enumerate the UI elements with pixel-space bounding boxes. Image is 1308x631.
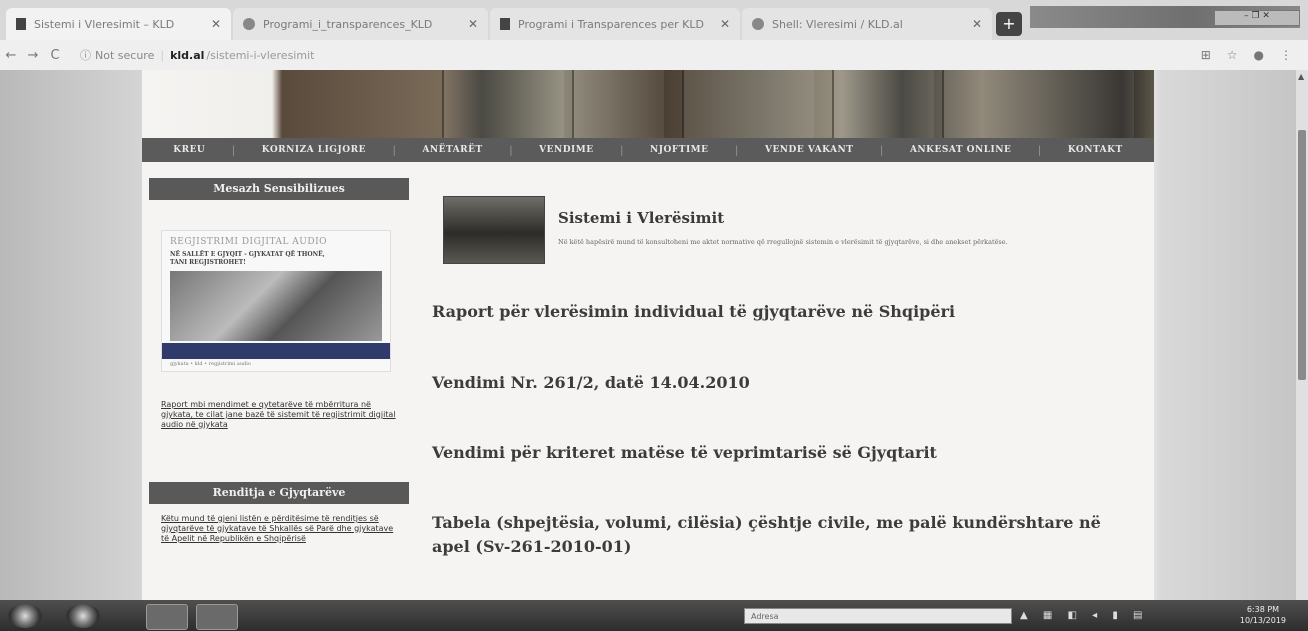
- menu-item-vende-vakant[interactable]: VENDE VAKANT: [765, 145, 854, 155]
- close-icon[interactable]: ✕: [714, 17, 730, 31]
- security-label: Not secure: [95, 48, 155, 62]
- start-button[interactable]: [8, 604, 42, 628]
- promo-title: REGJISTRIMI DIGJITAL AUDIO: [170, 237, 328, 247]
- sidebar: Mesazh Sensibilizues REGJISTRIMI DIGJITA…: [149, 178, 409, 544]
- page-viewport: KREU | KORNIZA LIGJORE | ANËTARËT | VEND…: [0, 70, 1296, 600]
- page-title: Sistemi i Vlerësimit: [558, 209, 725, 227]
- system-tray-icons[interactable]: ▲ ▦ ◧ ◂ ▮ ▤: [1020, 610, 1148, 621]
- profile-icon[interactable]: ●: [1254, 48, 1264, 62]
- sidebar-link-audio-report[interactable]: Raport mbi mendimet e qytetarëve të mbër…: [161, 400, 397, 430]
- header-banner-image: [142, 70, 1154, 138]
- document-link[interactable]: Vendimi për kriteret matëse të veprimtar…: [432, 441, 937, 465]
- info-icon[interactable]: ⓘ: [80, 47, 91, 63]
- promo-line: NË SALLËT E GJYQIT - GJYKATAT QË THONË,: [170, 251, 325, 258]
- promo-footer: gjykata • kld • regjistrimi audio: [170, 361, 251, 367]
- menu-item-ankesat-online[interactable]: ANKESAT ONLINE: [910, 145, 1011, 155]
- sidebar-header-renditja: Renditja e Gjyqtarëve: [149, 482, 409, 504]
- back-icon[interactable]: ←: [0, 48, 22, 63]
- os-taskbar: Adresa ▲ ▦ ◧ ◂ ▮ ▤ 6:38 PM 10/13/2019: [0, 600, 1308, 631]
- translate-icon[interactable]: ⊞: [1201, 48, 1211, 62]
- address-bar: ← → C ⓘ Not secure | kld.al /sistemi-i-v…: [0, 40, 1308, 70]
- main-menu: KREU | KORNIZA LIGJORE | ANËTARËT | VEND…: [142, 138, 1154, 162]
- browser-tab-2[interactable]: Programi_i_transparences_KLD ✕: [233, 8, 488, 40]
- chrome-app-icon[interactable]: [66, 604, 100, 628]
- close-icon[interactable]: ✕: [462, 17, 478, 31]
- document-link[interactable]: Raport për vlerësimin individual të gjyq…: [432, 300, 955, 324]
- new-tab-button[interactable]: +: [996, 12, 1022, 36]
- close-icon[interactable]: ✕: [966, 17, 982, 31]
- close-icon[interactable]: ✕: [205, 17, 221, 31]
- sidebar-header-sensibilizues: Mesazh Sensibilizues: [149, 178, 409, 200]
- favicon-icon: [500, 18, 510, 30]
- forward-icon[interactable]: →: [22, 48, 44, 63]
- tab-strip: Sistemi i Vleresimit – KLD ✕ Programi_i_…: [0, 0, 1308, 40]
- section-thumbnail-image: [443, 196, 545, 264]
- document-link[interactable]: Vendimi Nr. 261/2, datë 14.04.2010: [432, 371, 750, 395]
- tab-label: Shell: Vleresimi / KLD.al: [772, 17, 903, 31]
- menu-item-anetaret[interactable]: ANËTARËT: [422, 145, 482, 155]
- favicon-icon: [16, 18, 26, 30]
- audio-recording-promo-image[interactable]: REGJISTRIMI DIGJITAL AUDIO NË SALLËT E G…: [161, 230, 391, 372]
- promo-banner-strip: [162, 343, 390, 359]
- main-content: Sistemi i Vlerësimit Në këtë hapësirë mu…: [432, 188, 1152, 556]
- globe-icon: [752, 18, 764, 30]
- window-controls[interactable]: – ❐ ✕: [1214, 10, 1300, 26]
- menu-item-njoftime[interactable]: NJOFTIME: [650, 145, 708, 155]
- browser-tab-3[interactable]: Programi i Transparences per KLD ✕: [490, 8, 740, 40]
- menu-item-kontakt[interactable]: KONTAKT: [1068, 145, 1123, 155]
- tab-label: Sistemi i Vleresimit – KLD: [34, 17, 175, 31]
- browser-tab-4[interactable]: Shell: Vleresimi / KLD.al ✕: [742, 8, 992, 40]
- site-page: KREU | KORNIZA LIGJORE | ANËTARËT | VEND…: [142, 70, 1154, 600]
- url-path: /sistemi-i-vleresimit: [206, 48, 315, 62]
- menu-item-korniza-ligjore[interactable]: KORNIZA LIGJORE: [262, 145, 366, 155]
- globe-icon: [243, 18, 255, 30]
- sidebar-link-renditja[interactable]: Këtu mund të gjeni listën e përditësime …: [161, 514, 397, 544]
- page-description: Në këtë hapësirë mund të konsultoheni me…: [558, 238, 1008, 246]
- promo-line: TANI REGJISTROHET!: [170, 259, 246, 266]
- menu-item-vendime[interactable]: VENDIME: [539, 145, 593, 155]
- paint-app-icon[interactable]: [196, 604, 238, 630]
- url-field[interactable]: ⓘ Not secure | kld.al /sistemi-i-vleresi…: [80, 47, 314, 63]
- gavel-microphone-image: [170, 271, 382, 341]
- section-header: Sistemi i Vlerësimit Në këtë hapësirë mu…: [432, 188, 1152, 272]
- clock-date: 10/13/2019: [1239, 616, 1286, 625]
- url-host: kld.al: [170, 48, 205, 62]
- vertical-scrollbar[interactable]: ▲: [1296, 70, 1308, 600]
- scroll-up-icon[interactable]: ▲: [1298, 72, 1304, 81]
- menu-kebab-icon[interactable]: ⋮: [1280, 48, 1292, 62]
- taskbar-clock[interactable]: 6:38 PM 10/13/2019: [1240, 604, 1286, 626]
- clock-time: 6:38 PM: [1246, 605, 1280, 614]
- scrollbar-thumb[interactable]: [1298, 130, 1306, 380]
- browser-tab-1[interactable]: Sistemi i Vleresimit – KLD ✕: [6, 8, 231, 40]
- document-link[interactable]: Tabela (shpejtësia, volumi, cilësia) çës…: [432, 511, 1122, 559]
- tab-label: Programi i Transparences per KLD: [518, 17, 704, 31]
- explorer-app-icon[interactable]: [146, 604, 188, 630]
- bookmark-star-icon[interactable]: ☆: [1227, 48, 1238, 62]
- reload-icon[interactable]: C: [44, 48, 66, 63]
- taskbar-address-field[interactable]: Adresa: [744, 608, 1012, 624]
- menu-item-kreu[interactable]: KREU: [173, 145, 205, 155]
- tab-label: Programi_i_transparences_KLD: [263, 17, 433, 31]
